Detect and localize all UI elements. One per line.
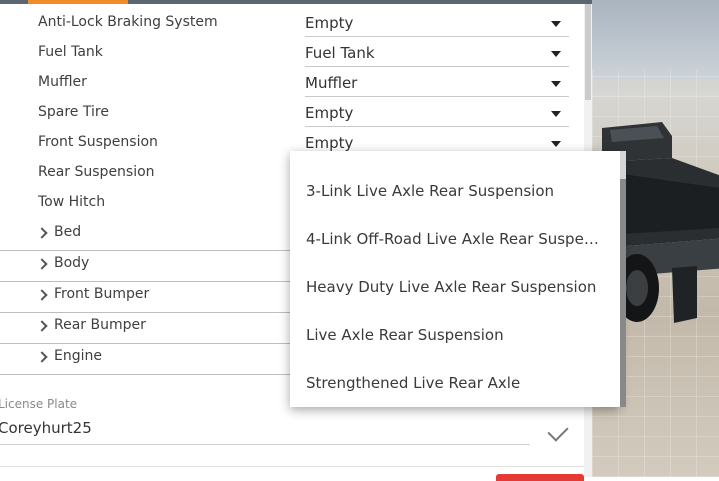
- scrollbar-thumb[interactable]: [585, 4, 591, 100]
- option-label: Live Axle Rear Suspension: [306, 326, 504, 344]
- scrollbar-thumb[interactable]: [620, 151, 626, 179]
- dropdown-option[interactable]: 3-Link Live Axle Rear Suspension: [290, 168, 610, 216]
- check-icon[interactable]: [547, 420, 569, 442]
- fuel-tank-select[interactable]: Fuel Tank: [305, 42, 569, 67]
- chevron-right-icon: [36, 258, 48, 270]
- select-value: Empty: [305, 14, 354, 32]
- group-label: Bed: [54, 224, 82, 240]
- license-plate-input[interactable]: Coreyhurt25: [0, 414, 530, 445]
- slot-row-muffler: Muffler Muffler: [0, 70, 592, 100]
- caret-down-icon: [551, 51, 561, 57]
- slot-label: Spare Tire: [38, 104, 109, 120]
- action-button[interactable]: [496, 474, 584, 481]
- group-label: Body: [54, 255, 90, 271]
- group-label: Front Bumper: [54, 286, 150, 302]
- option-label: Strengthened Live Rear Axle: [306, 374, 521, 392]
- slot-label: Fuel Tank: [38, 44, 103, 60]
- slot-row-spare-tire: Spare Tire Empty: [0, 100, 592, 130]
- group-row-body[interactable]: Body: [0, 250, 290, 282]
- sky-backdrop: [592, 0, 719, 80]
- select-value: Muffler: [305, 74, 358, 92]
- caret-down-icon: [551, 21, 561, 27]
- spare-tire-select[interactable]: Empty: [305, 102, 569, 127]
- dropdown-option[interactable]: Heavy Duty Live Axle Rear Suspension: [290, 264, 610, 312]
- select-value: Empty: [305, 134, 354, 152]
- slot-row-fuel-tank: Fuel Tank Fuel Tank: [0, 40, 592, 70]
- chevron-right-icon: [36, 351, 48, 363]
- chevron-right-icon: [36, 227, 48, 239]
- group-row-rear-bumper[interactable]: Rear Bumper: [0, 312, 290, 344]
- chevron-right-icon: [36, 320, 48, 332]
- select-value: Empty: [305, 104, 354, 122]
- option-label: 4-Link Off-Road Live Axle Rear Suspensio…: [306, 230, 602, 248]
- option-label: 3-Link Live Axle Rear Suspension: [306, 182, 555, 200]
- muffler-select[interactable]: Muffler: [305, 72, 569, 97]
- license-plate-caption: License Plate: [0, 397, 78, 411]
- group-row-bed[interactable]: Bed: [0, 219, 290, 251]
- dropdown-option[interactable]: Live Axle Rear Suspension: [290, 312, 610, 360]
- option-label: Heavy Duty Live Axle Rear Suspension: [306, 278, 597, 296]
- dropdown-scrollbar[interactable]: [620, 151, 626, 407]
- slot-label: Muffler: [38, 74, 87, 90]
- slot-label: Tow Hitch: [38, 194, 106, 210]
- group-label: Rear Bumper: [54, 317, 146, 333]
- caret-down-icon: [551, 81, 561, 87]
- caret-down-icon: [551, 141, 561, 147]
- slot-row-abs: Anti-Lock Braking System Empty: [0, 10, 592, 40]
- group-label: Engine: [54, 348, 102, 364]
- slot-label: Rear Suspension: [38, 164, 155, 180]
- abs-select[interactable]: Empty: [305, 12, 569, 37]
- dropdown-option[interactable]: 4-Link Off-Road Live Axle Rear Suspensio…: [290, 216, 610, 264]
- divider: [0, 466, 592, 467]
- slot-label: Anti-Lock Braking System: [38, 14, 218, 30]
- group-row-engine[interactable]: Engine: [0, 343, 290, 375]
- chevron-right-icon: [36, 289, 48, 301]
- select-value: Fuel Tank: [305, 44, 375, 62]
- slot-label: Front Suspension: [38, 134, 158, 150]
- license-plate-value: Coreyhurt25: [0, 419, 92, 437]
- dropdown-option[interactable]: Strengthened Live Rear Axle: [290, 360, 610, 408]
- group-row-front-bumper[interactable]: Front Bumper: [0, 281, 290, 313]
- caret-down-icon: [551, 111, 561, 117]
- rear-suspension-dropdown: 3-Link Live Axle Rear Suspension 4-Link …: [290, 151, 626, 408]
